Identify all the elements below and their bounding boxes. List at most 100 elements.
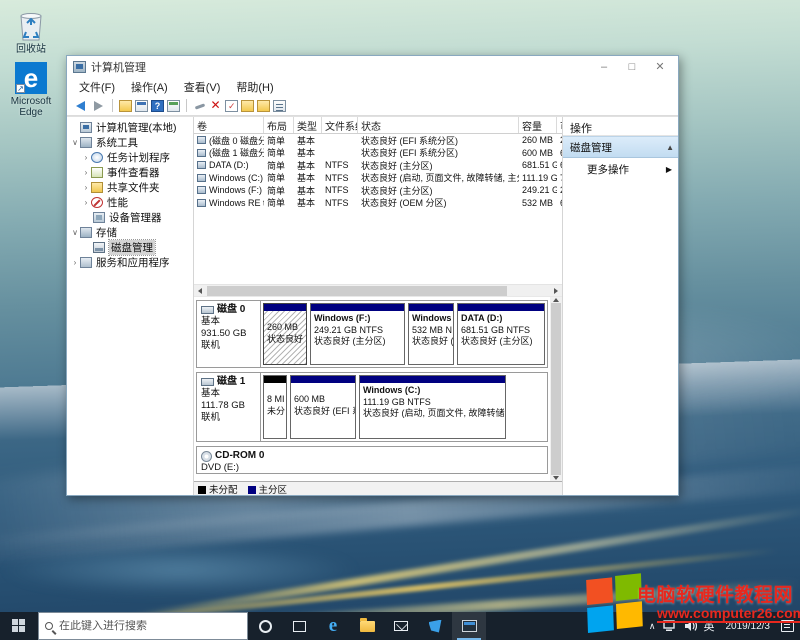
computer-management-taskbar-button[interactable]: [452, 612, 486, 640]
partition-efi-disk1[interactable]: 600 MB 状态良好 (EFI 系统分: [290, 375, 356, 439]
volume-row[interactable]: Windows (C:) 简单 基本 NTFS 状态良好 (启动, 页面文件, …: [194, 172, 562, 185]
view-list-icon[interactable]: [273, 100, 286, 112]
partition-efi-disk0[interactable]: 260 MB 状态良好: [263, 303, 307, 365]
properties-icon[interactable]: [225, 100, 238, 112]
console-tree-icon[interactable]: [135, 100, 148, 112]
volume-row[interactable]: (磁盘 0 磁盘分区 1) 简单 基本 状态良好 (EFI 系统分区) 260 …: [194, 134, 562, 147]
partition-unallocated[interactable]: 8 MI 未分: [263, 375, 287, 439]
task-view-button[interactable]: [282, 612, 316, 640]
chevron-down-icon[interactable]: ∨: [70, 138, 80, 147]
task-scheduler-icon: [91, 152, 103, 163]
volume-row[interactable]: Windows RE tools 简单 基本 NTFS 状态良好 (OEM 分区…: [194, 197, 562, 210]
action-center-icon[interactable]: [781, 620, 794, 632]
ime-indicator[interactable]: 英: [704, 618, 715, 634]
col-filesystem[interactable]: 文件系统: [322, 117, 358, 133]
forward-icon[interactable]: [91, 99, 106, 113]
disk0-label[interactable]: 磁盘 0 基本 931.50 GB 联机: [197, 301, 261, 367]
store-button[interactable]: [418, 612, 452, 640]
disk1-label[interactable]: 磁盘 1 基本 111.78 GB 联机: [197, 373, 261, 441]
edge-taskbar-button[interactable]: e: [316, 612, 350, 640]
device-manager-icon: [93, 212, 105, 223]
cdrom-icon: [201, 451, 212, 462]
wrench-icon[interactable]: [193, 100, 206, 112]
mail-button[interactable]: [384, 612, 418, 640]
file-explorer-button[interactable]: [350, 612, 384, 640]
search-icon: [45, 622, 53, 630]
menu-help[interactable]: 帮助(H): [228, 79, 281, 95]
scrollbar-thumb[interactable]: [551, 303, 561, 475]
start-button[interactable]: [0, 612, 38, 640]
disk-icon: [201, 306, 214, 314]
minimize-button[interactable]: –: [590, 57, 618, 77]
col-status[interactable]: 状态: [358, 117, 519, 133]
more-actions-item[interactable]: 更多操作 ▶: [563, 158, 678, 180]
cortana-button[interactable]: [248, 612, 282, 640]
export-list-icon[interactable]: [119, 100, 132, 112]
partition-legend: 未分配 主分区: [194, 481, 562, 495]
delete-icon[interactable]: ✕: [209, 100, 222, 112]
horizontal-scrollbar[interactable]: [194, 284, 562, 296]
scrollbar-thumb[interactable]: [207, 286, 507, 296]
maximize-button[interactable]: □: [618, 57, 646, 77]
recycle-bin-shortcut[interactable]: 回收站: [0, 8, 62, 55]
back-icon[interactable]: [73, 99, 88, 113]
tree-item-shared-folders[interactable]: › 共享文件夹: [67, 180, 193, 195]
search-input[interactable]: [59, 620, 219, 632]
partition-data-d[interactable]: DATA (D:) 681.51 GB NTFS 状态良好 (主分区): [457, 303, 545, 365]
tree-item-storage[interactable]: ∨ 存储: [67, 225, 193, 240]
menu-file[interactable]: 文件(F): [71, 79, 123, 95]
col-layout[interactable]: 布局: [264, 117, 294, 133]
vertical-scrollbar[interactable]: [550, 297, 562, 481]
scroll-left-icon[interactable]: [194, 285, 206, 297]
network-icon[interactable]: [663, 620, 677, 632]
clock-date[interactable]: 2019/12/3: [722, 621, 775, 632]
tree-item-services[interactable]: › 服务和应用程序: [67, 255, 193, 270]
edge-shortcut[interactable]: e ↗ Microsoft Edge: [0, 62, 62, 118]
show-action-pane-icon[interactable]: [167, 100, 180, 112]
extend-folder-icon[interactable]: [257, 100, 270, 112]
partition-windows-f[interactable]: Windows (F:) 249.21 GB NTFS 状态良好 (主分区): [310, 303, 405, 365]
help-icon[interactable]: ?: [151, 100, 164, 112]
menu-view[interactable]: 查看(V): [176, 79, 229, 95]
tree-item-disk-management[interactable]: 磁盘管理: [67, 240, 193, 255]
actions-group-disk-management[interactable]: 磁盘管理 ▲: [563, 136, 678, 158]
chevron-right-icon[interactable]: ›: [70, 258, 80, 267]
titlebar[interactable]: 计算机管理 – □ ✕: [67, 56, 678, 78]
tree-item-task-scheduler[interactable]: › 任务计划程序: [67, 150, 193, 165]
volume-row[interactable]: Windows (F:) 简单 基本 NTFS 状态良好 (主分区) 249.2…: [194, 184, 562, 197]
legend-primary: 主分区: [248, 482, 288, 496]
tree-root[interactable]: 计算机管理(本地): [67, 120, 193, 135]
collapse-icon[interactable]: ▲: [666, 143, 674, 152]
volume-row[interactable]: (磁盘 1 磁盘分区 2) 简单 基本 状态良好 (EFI 系统分区) 600 …: [194, 147, 562, 160]
chevron-down-icon[interactable]: ∨: [70, 228, 80, 237]
speaker-icon[interactable]: [684, 620, 697, 632]
recycle-bin-label: 回收站: [0, 44, 62, 55]
scroll-right-icon[interactable]: [550, 285, 562, 297]
open-folder-icon[interactable]: [241, 100, 254, 112]
scroll-up-icon[interactable]: [553, 298, 559, 302]
partition-windows-re[interactable]: Windows 532 MB N 状态良好 (: [408, 303, 454, 365]
tree-item-device-manager[interactable]: 设备管理器: [67, 210, 193, 225]
partition-windows-c[interactable]: Windows (C:) 111.19 GB NTFS 状态良好 (启动, 页面…: [359, 375, 506, 439]
hidden-icons-chevron[interactable]: ∧: [649, 621, 656, 632]
col-capacity[interactable]: 容量: [519, 117, 557, 133]
taskbar-search[interactable]: [38, 612, 248, 640]
disk1-empty-space: [509, 375, 545, 439]
cdrom-label[interactable]: CD-ROM 0 DVD (E:): [197, 447, 547, 473]
volume-row[interactable]: DATA (D:) 简单 基本 NTFS 状态良好 (主分区) 681.51 G…: [194, 159, 562, 172]
chevron-right-icon[interactable]: ›: [81, 153, 91, 162]
col-type[interactable]: 类型: [294, 117, 322, 133]
tree-item-event-viewer[interactable]: › 事件查看器: [67, 165, 193, 180]
close-button[interactable]: ✕: [646, 57, 674, 77]
tree-item-system-tools[interactable]: ∨ 系统工具: [67, 135, 193, 150]
col-volume[interactable]: 卷: [194, 117, 264, 133]
chevron-right-icon[interactable]: ›: [81, 168, 91, 177]
chevron-right-icon[interactable]: ›: [81, 198, 91, 207]
unallocated-color-swatch: [198, 486, 206, 494]
menu-action[interactable]: 操作(A): [123, 79, 176, 95]
scroll-down-icon[interactable]: [553, 476, 559, 480]
tree-item-performance[interactable]: › 性能: [67, 195, 193, 210]
taskbar: e ∧ 英 2019/12/3: [0, 612, 800, 640]
chevron-right-icon[interactable]: ›: [81, 183, 91, 192]
performance-icon: [91, 197, 103, 208]
